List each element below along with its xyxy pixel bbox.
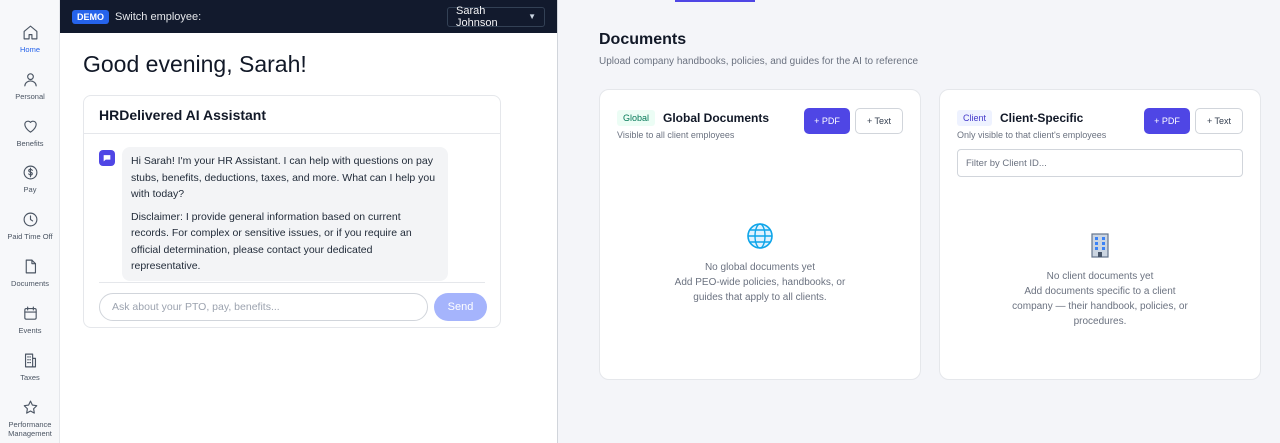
sidebar-item-label: Paid Time Off	[7, 232, 53, 241]
assistant-message: Hi Sarah! I'm your HR Assistant. I can h…	[122, 147, 448, 281]
global-add-pdf-button[interactable]: + PDF	[804, 108, 850, 134]
sidebar-item-label: Pay	[23, 185, 37, 194]
ai-assistant-card: HRDelivered AI Assistant Hi Sarah! I'm y…	[83, 95, 501, 328]
person-icon	[23, 73, 37, 87]
greeting-heading: Good evening, Sarah!	[83, 51, 307, 77]
document-icon	[25, 259, 36, 274]
global-documents-card: Global Global Documents Visible to all c…	[599, 89, 921, 380]
global-documents-subtitle: Visible to all client employees	[617, 130, 735, 140]
sidebar-item-documents[interactable]: Documents	[0, 258, 60, 288]
client-add-text-button[interactable]: + Text	[1195, 108, 1243, 134]
sidebar-item-label: Events	[18, 326, 42, 335]
global-empty-state: No global documents yet Add PEO-wide pol…	[600, 222, 920, 305]
sidebar-item-events[interactable]: Events	[0, 305, 60, 335]
global-empty-description: Add PEO-wide policies, handbooks, or gui…	[674, 277, 846, 303]
sidebar-item-label: Benefits	[16, 139, 44, 148]
sidebar-item-personal[interactable]: Personal	[0, 71, 60, 101]
sidebar-item-home[interactable]: Home	[0, 24, 60, 54]
sidebar-item-pay[interactable]: Pay	[0, 164, 60, 194]
client-badge: Client	[957, 110, 993, 126]
sidebar-item-label: Home	[19, 45, 40, 54]
global-badge: Global	[617, 110, 656, 126]
demo-bar: DEMO Switch employee: Sarah Johnson ▼	[60, 0, 557, 33]
global-empty-title: No global documents yet	[704, 262, 816, 273]
client-empty-state: No client documents yet Add documents sp…	[940, 231, 1260, 329]
documents-title: Documents	[599, 31, 687, 48]
employee-select[interactable]: Sarah Johnson ▼	[447, 4, 545, 29]
chat-divider	[99, 282, 485, 283]
global-documents-title: Global Documents	[663, 111, 770, 125]
demo-badge: DEMO	[72, 9, 109, 24]
star-icon	[23, 400, 37, 414]
heart-icon	[23, 120, 37, 133]
office-building-icon	[1091, 233, 1109, 258]
sidebar-item-label: Personal	[15, 92, 45, 101]
client-add-pdf-button[interactable]: + PDF	[1144, 108, 1190, 134]
sidebar-item-performance-management[interactable]: Performance Management	[0, 399, 60, 438]
ai-assistant-title: HRDelivered AI Assistant	[84, 96, 500, 134]
sidebar-nav: Home Personal Benefits Pay Paid Time Off…	[0, 0, 60, 443]
sidebar-item-label: Taxes	[20, 373, 40, 382]
active-tab-indicator	[675, 0, 755, 2]
sidebar-item-label: Documents	[11, 279, 49, 288]
global-add-text-button[interactable]: + Text	[855, 108, 903, 134]
dollar-icon	[23, 165, 37, 180]
clock-icon	[23, 212, 37, 227]
building-icon	[24, 353, 36, 368]
assistant-message-intro: Hi Sarah! I'm your HR Assistant. I can h…	[131, 155, 436, 200]
chat-bubble-icon	[99, 150, 115, 166]
client-documents-card: Client Client-Specific Only visible to t…	[939, 89, 1261, 380]
employee-select-value: Sarah Johnson	[456, 4, 498, 29]
globe-icon	[747, 223, 773, 249]
client-empty-description: Add documents specific to a client compa…	[1012, 286, 1188, 327]
client-empty-title: No client documents yet	[1046, 271, 1154, 282]
client-documents-title: Client-Specific	[1000, 111, 1084, 125]
sidebar-item-label: Performance Management	[8, 420, 52, 438]
calendar-icon	[23, 306, 37, 320]
sidebar-item-paid-time-off[interactable]: Paid Time Off	[0, 211, 60, 241]
client-id-filter-input[interactable]	[957, 149, 1243, 177]
home-icon	[23, 25, 37, 40]
send-button[interactable]: Send	[434, 293, 487, 321]
switch-employee-label: Switch employee:	[115, 10, 202, 23]
sidebar-item-taxes[interactable]: Taxes	[0, 352, 60, 382]
employee-view-panel: DEMO Switch employee: Sarah Johnson ▼ Go…	[60, 0, 558, 443]
client-documents-subtitle: Only visible to that client's employees	[957, 130, 1107, 140]
assistant-message-disclaimer: Disclaimer: I provide general informatio…	[131, 210, 412, 273]
chevron-down-icon: ▼	[528, 12, 536, 21]
documents-subtitle: Upload company handbooks, policies, and …	[599, 56, 919, 67]
chat-input[interactable]	[99, 293, 428, 321]
sidebar-item-benefits[interactable]: Benefits	[0, 118, 60, 148]
assistant-avatar-icon	[103, 155, 111, 162]
